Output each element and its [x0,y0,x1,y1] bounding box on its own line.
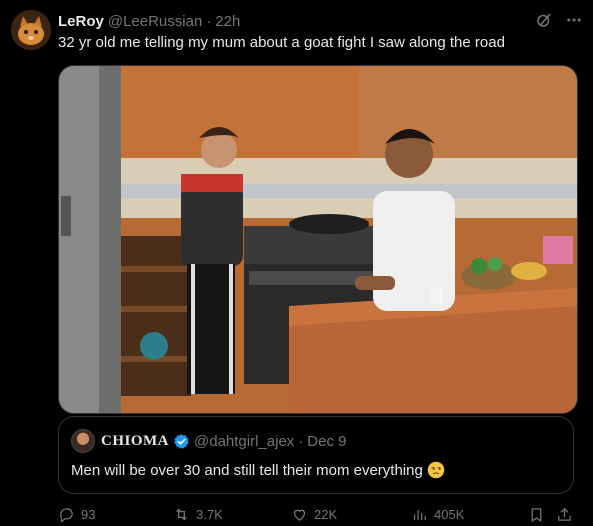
repost-icon [176,508,187,521]
quote-author-handle: @dahtgirl_ajex [194,432,295,450]
tweet-time[interactable]: 22h [215,13,240,30]
verified-badge-icon [174,433,189,449]
views-count: 405K [434,507,465,522]
like-count: 22K [314,507,338,522]
bookmark-button[interactable] [528,506,545,523]
quote-author-name: CHIOMA [101,432,169,449]
avatar-image [11,10,51,50]
quote-avatar [71,429,95,453]
tweet-header: LeRoy @LeeRussian · 22h [58,11,583,31]
quote-text-row: Men will be over 30 and still tell their… [71,461,445,479]
views-button[interactable]: 405K [411,506,464,523]
share-button[interactable] [556,506,573,523]
quote-text: Men will be over 30 and still tell their… [71,461,423,479]
grok-icon[interactable] [535,11,553,29]
like-button[interactable]: 22K [291,506,337,523]
more-icon[interactable] [565,11,583,29]
tweet-media[interactable] [58,65,578,414]
author-handle[interactable]: @LeeRussian [108,13,202,30]
repost-count: 3.7K [196,507,223,522]
unamused-face-emoji [427,461,445,479]
reply-button[interactable]: 93 [58,506,95,523]
separator: · [206,12,212,30]
quote-date: Dec 9 [307,432,347,450]
views-icon [413,510,426,521]
tweet-text: 32 yr old me telling my mum about a goat… [58,34,505,51]
bookmark-icon [531,508,542,523]
share-icon [558,507,571,521]
author-avatar[interactable] [11,10,51,50]
quote-header: CHIOMA @dahtgirl_ajex · Dec 9 [71,429,346,453]
like-icon [293,509,306,521]
kitchen-photo [59,66,577,413]
reply-count: 93 [81,507,96,522]
header-icons [535,11,583,29]
action-bar: 93 3.7K 22K 405K [58,506,578,526]
separator: · [298,432,304,450]
author-name[interactable]: LeRoy [58,13,104,30]
repost-button[interactable]: 3.7K [173,506,223,523]
quoted-tweet[interactable]: CHIOMA @dahtgirl_ajex · Dec 9 Men will b… [58,416,574,494]
reply-icon [60,508,73,523]
